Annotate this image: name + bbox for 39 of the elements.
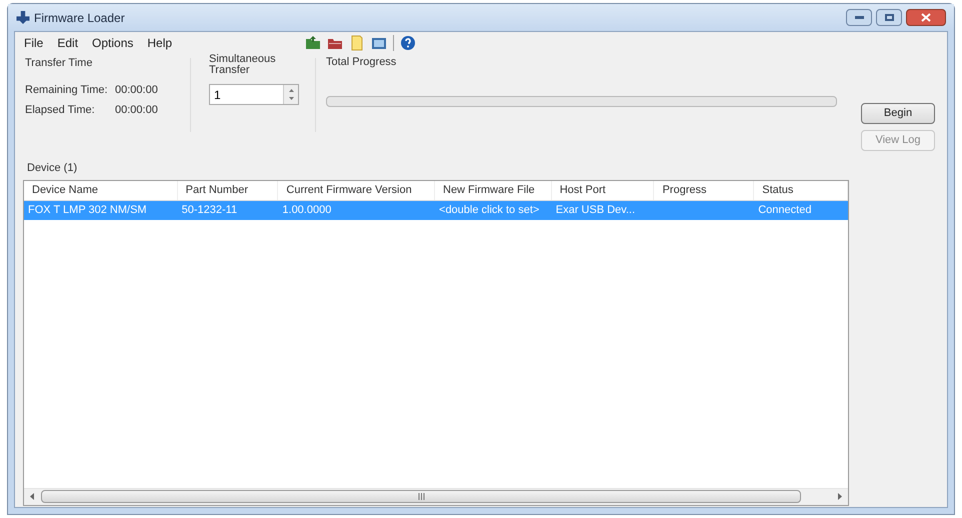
group-title: Transfer Time xyxy=(25,56,94,71)
open-folder-icon[interactable] xyxy=(305,35,321,51)
list-title: Device (1) xyxy=(26,161,78,176)
table-cell-text: FOX T LMP 302 NM/SM xyxy=(27,202,148,218)
column-header[interactable]: New Firmware File xyxy=(435,180,552,200)
app-icon xyxy=(16,11,30,24)
menu-item[interactable]: Edit xyxy=(57,34,78,52)
menu-item[interactable]: Options xyxy=(92,34,134,52)
scrollbar-thumb[interactable] xyxy=(41,490,801,503)
menu-item[interactable]: Help xyxy=(147,34,172,52)
maximize-button[interactable] xyxy=(876,9,902,26)
time-label: Remaining Time: xyxy=(25,82,109,98)
horizontal-scrollbar[interactable] xyxy=(24,488,848,504)
column-header[interactable]: Status xyxy=(754,180,848,200)
group-title: Simultaneous Transfer xyxy=(209,54,277,76)
table-cell-text: <double click to set> xyxy=(438,202,540,218)
table-cell-text: Exar USB Dev... xyxy=(554,202,636,218)
table-cell-text: Connected xyxy=(757,202,812,218)
close-icon xyxy=(921,13,931,22)
column-header[interactable]: Device Name xyxy=(24,180,178,200)
help-icon[interactable] xyxy=(400,35,416,51)
minimize-button[interactable] xyxy=(846,9,872,26)
group-title: Total Progress xyxy=(326,55,398,70)
push-button[interactable]: Begin xyxy=(861,103,935,124)
table-cell-text: 1.00.0000 xyxy=(281,202,332,218)
column-header[interactable]: Current Firmware Version xyxy=(278,180,435,200)
column-header[interactable]: Progress xyxy=(654,180,754,200)
column-header[interactable]: Part Number xyxy=(178,180,278,200)
time-label: Elapsed Time: xyxy=(25,103,96,118)
menu-item[interactable]: File xyxy=(24,34,44,52)
close-button[interactable] xyxy=(906,9,946,26)
time-value: 00:00:00 xyxy=(115,82,158,98)
column-header[interactable]: Host Port xyxy=(552,180,654,200)
number-spinner[interactable]: 1 xyxy=(209,84,299,105)
window-title: Firmware Loader xyxy=(34,10,125,26)
picture-icon[interactable] xyxy=(371,35,387,51)
time-value: 00:00:00 xyxy=(115,103,158,118)
table-cell-text: 50-1232-11 xyxy=(180,202,238,218)
grip-icon xyxy=(418,493,424,500)
